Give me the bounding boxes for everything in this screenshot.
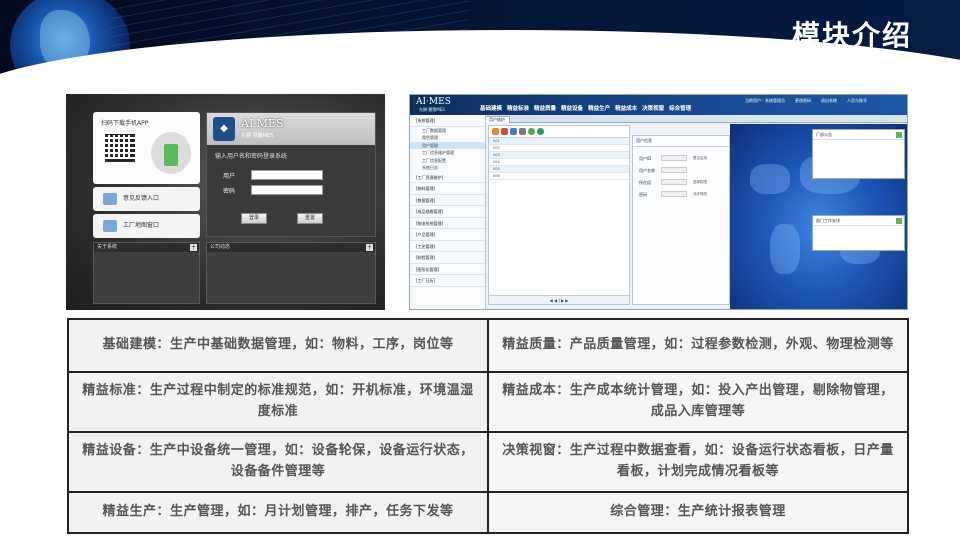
edit-icon[interactable] — [501, 128, 508, 135]
nav-group[interactable]: [工厂日历] — [410, 275, 485, 287]
module-cell: 精益成本：生产成本统计管理，如：投入产出管理，剔除物管理，成品入库管理等 — [487, 371, 909, 433]
qr-card: 扫码下载手机APP — [93, 112, 200, 184]
table-row[interactable]: 003 — [489, 152, 629, 159]
add-icon[interactable] — [492, 128, 499, 135]
map-icon — [103, 220, 117, 232]
group-field[interactable] — [661, 179, 687, 185]
login-prompt: 输入用户名和密码登录系统 — [215, 153, 288, 160]
user-info: 当前用户：系统管理员 更改密码 退出系统 人员与账号 — [745, 98, 867, 103]
menu-item[interactable]: 精益生产 — [588, 104, 610, 112]
nav-item[interactable]: 工厂信息维护管理 — [410, 149, 485, 157]
login-screenshot: 扫码下载手机APP 意见反馈入口 工厂地图窗口 ◆ AI·MES 东狮·慧策ME… — [66, 94, 385, 310]
expand-icon[interactable]: + — [190, 244, 197, 251]
news-panel: 公司动态 + — [206, 242, 376, 304]
table-row[interactable]: 001 — [489, 138, 629, 145]
nav-group[interactable]: [物流系统管理] — [410, 218, 485, 229]
mes-top-bar: AI·MES 东狮·慧策MES 基础建模 精益标准 精益质量 精益设备 精益生产… — [410, 95, 907, 115]
delete-icon[interactable] — [519, 128, 526, 135]
nav-group[interactable]: [制程管理] — [410, 252, 485, 264]
announcement-card: 厂部公告 — [812, 129, 905, 179]
module-cell: 精益设备：生产中设备统一管理，如：设备轮保，设备运行状态，设备备件管理等 — [67, 431, 489, 493]
qr-code-icon — [105, 132, 135, 162]
login-panel: ◆ AI·MES 东狮·慧策MES 输入用户名和密码登录系统 用户 密码 登录 … — [206, 112, 376, 237]
module-cell: 基础建模：生产中基础数据管理，如：物料，工序，岗位等 — [67, 318, 489, 373]
module-cell: 综合管理：生产统计报表管理 — [487, 491, 909, 534]
nav-group[interactable]: [工艺管理] — [410, 241, 485, 252]
expand-icon[interactable] — [896, 218, 902, 224]
user-form: 用户信息 用户ID 是否启用 用户名称 所在组 选择权限 密码 允许修改 — [632, 135, 730, 305]
qr-title: 扫码下载手机APP — [101, 120, 149, 127]
nav-group[interactable]: [成品规格管理] — [410, 206, 485, 218]
table-row[interactable]: 005 — [489, 166, 629, 173]
nav-item[interactable]: 工厂信息配置 — [410, 157, 485, 165]
login-brand-sub: 东狮·慧策MES — [241, 133, 274, 139]
module-cell: 精益标准：生产过程中制定的标准规范，如：开机标准，环境温湿度标准 — [67, 371, 489, 433]
menu-item[interactable]: 基础建模 — [480, 104, 502, 112]
table-row[interactable]: 002 — [489, 145, 629, 152]
nav-group[interactable]: [物料管理] — [410, 183, 485, 195]
mes-main-menu: 基础建模 精益标准 精益质量 精益设备 精益生产 精益成本 决策视窗 综合管理 — [480, 104, 691, 112]
module-table: 基础建模：生产中基础数据管理，如：物料，工序，岗位等 精益质量：产品质量管理，如… — [67, 318, 909, 534]
header-banner: 模块介绍 Module Introduction — [0, 0, 960, 88]
refresh-icon[interactable] — [528, 128, 535, 135]
reset-button[interactable]: 重置 — [297, 213, 323, 224]
nav-item[interactable]: 用户管理 — [410, 141, 485, 149]
password-field[interactable] — [661, 191, 687, 197]
password-input[interactable] — [251, 185, 323, 195]
expand-icon[interactable] — [896, 132, 902, 138]
page-subtitle: Module Introduction — [770, 53, 934, 72]
export-icon[interactable] — [537, 128, 544, 135]
tab-user-maintenance[interactable]: 用户维护 — [484, 116, 510, 123]
about-panel: 关于系统 + — [93, 242, 200, 304]
department-schedule-card: 部门工作安排 — [812, 215, 905, 251]
feedback-button[interactable]: 意见反馈入口 — [93, 187, 200, 211]
feedback-icon — [103, 193, 117, 205]
grid-toolbar — [489, 126, 629, 138]
menu-item[interactable]: 综合管理 — [669, 104, 691, 112]
pager[interactable]: ◀ ◀ | ▶ ▶ — [489, 295, 629, 304]
nav-group[interactable]: [系统管理] — [410, 115, 485, 127]
nav-item[interactable]: 角色管理 — [410, 134, 485, 142]
page-title: 模块介绍 — [791, 19, 912, 52]
download-app-icon — [151, 132, 191, 174]
lion-logo-icon: ◆ — [213, 117, 235, 141]
module-cell: 精益质量：产品质量管理，如：过程参数检测，外观、物理检测等 — [487, 318, 909, 373]
expand-icon[interactable]: + — [366, 244, 373, 251]
save-icon[interactable] — [510, 128, 517, 135]
form-title: 用户信息 — [633, 136, 729, 147]
data-grid: 001 002 003 004 005 006 ◀ ◀ | ▶ ▶ — [488, 125, 630, 305]
menu-item[interactable]: 精益质量 — [534, 104, 556, 112]
login-brand: AI·MES — [241, 117, 284, 130]
factory-map-button[interactable]: 工厂地图窗口 — [93, 214, 200, 238]
mes-brand: AI·MES — [416, 97, 451, 107]
mes-sidebar: [系统管理] 工厂数据管理 角色管理 用户管理 工厂信息维护管理 工厂信息配置 … — [410, 115, 486, 309]
password-label: 密码 — [223, 188, 236, 195]
nav-item[interactable]: 系统日志 — [410, 164, 485, 172]
user-label: 用户 — [223, 173, 236, 180]
menu-item[interactable]: 精益设备 — [561, 104, 583, 112]
menu-item[interactable]: 精益标准 — [507, 104, 529, 112]
user-name-field[interactable] — [661, 167, 687, 173]
menu-item[interactable]: 决策视窗 — [642, 104, 664, 112]
nav-group[interactable]: [图形化管理] — [410, 264, 485, 275]
mes-brand-sub: 东狮·慧策MES — [419, 107, 445, 112]
table-row[interactable]: 006 — [489, 173, 629, 180]
menu-item[interactable]: 精益成本 — [615, 104, 637, 112]
login-button[interactable]: 登录 — [241, 213, 267, 224]
nav-group[interactable]: [工厂资源维护] — [410, 172, 485, 183]
nav-group[interactable]: [数据管理] — [410, 195, 485, 206]
username-input[interactable] — [251, 170, 323, 180]
user-id-field[interactable] — [661, 155, 687, 161]
mes-screenshot: AI·MES 东狮·慧策MES 基础建模 精益标准 精益质量 精益设备 精益生产… — [409, 94, 908, 310]
nav-item[interactable]: 工厂数据管理 — [410, 127, 485, 135]
module-cell: 决策视窗：生产过程中数据查看，如：设备运行状态看板，日产量看板，计划完成情况看板… — [487, 431, 909, 493]
nav-group[interactable]: [产品管理] — [410, 229, 485, 241]
module-cell: 精益生产：生产管理，如：月计划管理，排产，任务下发等 — [67, 491, 489, 534]
table-row[interactable]: 004 — [489, 159, 629, 166]
